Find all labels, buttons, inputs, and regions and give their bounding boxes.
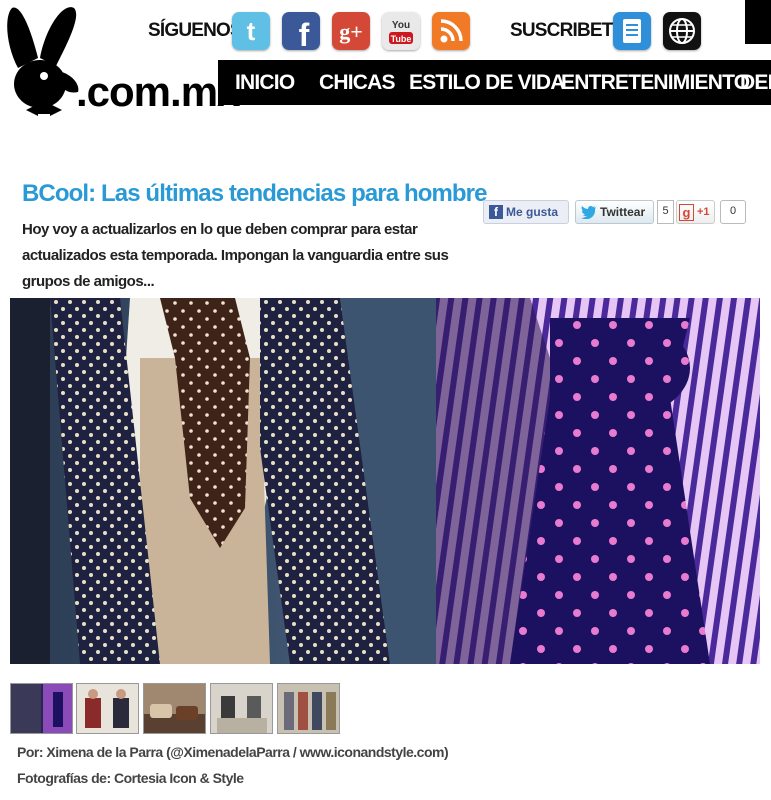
- plus-one-label: +1: [697, 206, 710, 218]
- gallery-thumbnail[interactable]: [76, 683, 139, 734]
- rss-icon[interactable]: [432, 12, 470, 50]
- article-description: Hoy voy a actualizarlos en lo que deben …: [22, 221, 449, 290]
- nav-item-estilo-de-vida[interactable]: ESTILO DE VIDA: [409, 60, 565, 105]
- like-label: Me gusta: [506, 205, 559, 219]
- article-hero-image[interactable]: [10, 298, 760, 664]
- svg-text:g+: g+: [339, 19, 363, 44]
- nav-item-deportes[interactable]: DEP: [740, 60, 771, 105]
- social-bar: SÍGUENOS: t f g+ You Tube SUSCRIBETE:: [148, 12, 771, 52]
- facebook-like-button[interactable]: f Me gusta: [483, 200, 569, 224]
- main-nav: INICIO CHICAS ESTILO DE VIDA ENTRETENIMI…: [218, 60, 771, 105]
- article-author-credit: Por: Ximena de la Parra (@XimenadelaParr…: [17, 744, 449, 760]
- plus-one-count: 0: [720, 200, 746, 224]
- google-plus-one-button[interactable]: g +1: [676, 200, 715, 224]
- nav-item-chicas[interactable]: CHICAS: [319, 60, 396, 105]
- newsletter-icon[interactable]: [613, 12, 651, 50]
- google-plus-icon[interactable]: g+: [332, 12, 370, 50]
- twitter-bird-icon: [581, 205, 596, 219]
- tweet-count: 5: [657, 200, 674, 224]
- youtube-icon[interactable]: You Tube: [382, 12, 420, 50]
- svg-text:Tube: Tube: [391, 34, 412, 44]
- svg-text:f: f: [299, 17, 310, 50]
- tweet-button[interactable]: Twittear: [575, 200, 654, 224]
- facebook-icon[interactable]: f: [282, 12, 320, 50]
- bunny-logo-icon: [7, 7, 79, 116]
- article-title[interactable]: BCool: Las últimas tendencias para hombr…: [22, 180, 487, 208]
- google-g-icon: g: [679, 203, 694, 221]
- photo-credit: Fotografías de: Cortesia Icon & Style: [17, 770, 244, 786]
- facebook-icon: f: [489, 205, 503, 219]
- gallery-thumbnail[interactable]: [277, 683, 340, 734]
- gallery-thumbnail[interactable]: [210, 683, 273, 734]
- twitter-icon[interactable]: t: [232, 12, 270, 50]
- tweet-label: Twittear: [600, 205, 646, 219]
- gallery-thumbnail[interactable]: [10, 683, 73, 734]
- nav-item-entretenimiento[interactable]: ENTRETENIMIENTO: [561, 60, 750, 105]
- nav-item-inicio[interactable]: INICIO: [235, 60, 295, 105]
- subscribe-label: SUSCRIBETE:: [510, 20, 631, 41]
- gallery-thumbnail[interactable]: [143, 683, 206, 734]
- globe-icon[interactable]: [663, 12, 701, 50]
- logo-wordmark: .com.mx: [76, 68, 240, 115]
- gallery-thumbnails: [10, 683, 350, 734]
- svg-text:You: You: [392, 20, 410, 31]
- svg-text:t: t: [247, 16, 256, 46]
